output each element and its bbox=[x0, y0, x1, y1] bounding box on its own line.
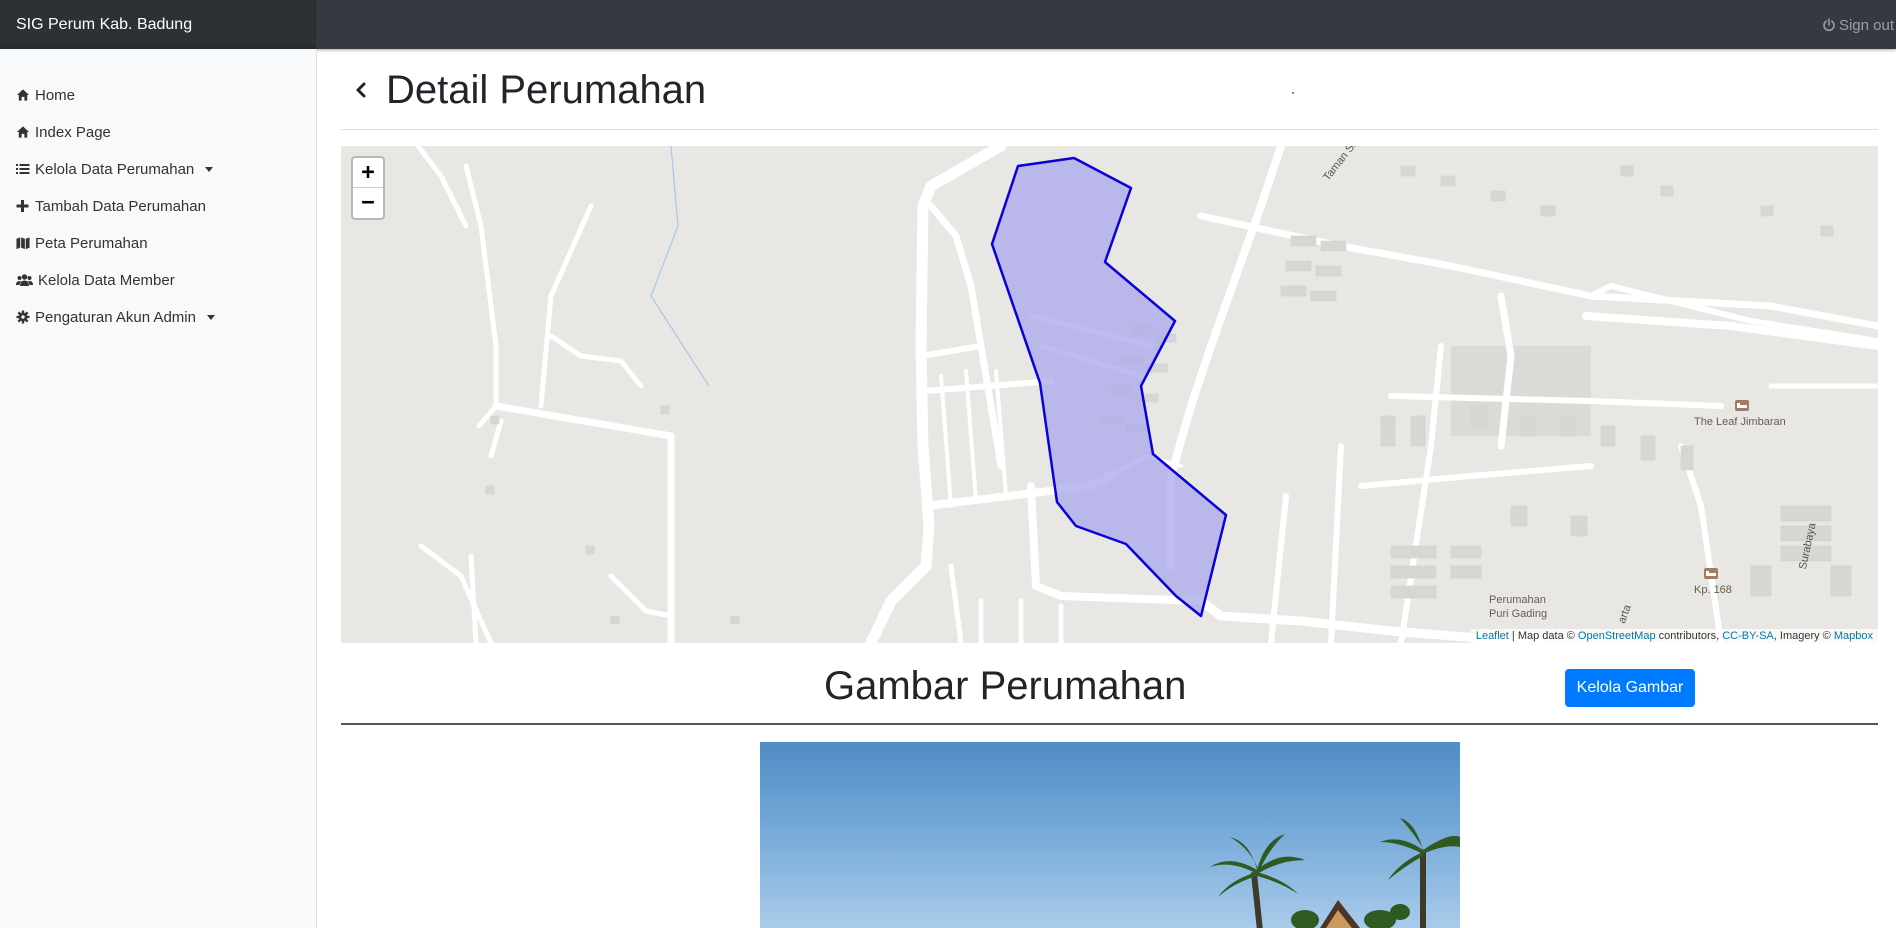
chevron-down-icon bbox=[205, 166, 214, 172]
license-link[interactable]: CC-BY-SA bbox=[1722, 630, 1774, 642]
hotel-icon bbox=[1735, 400, 1749, 411]
sidebar-item-kelola-data-member[interactable]: Kelola Data Member bbox=[16, 268, 175, 292]
photo-scene bbox=[1210, 818, 1460, 928]
sidebar-item-home[interactable]: Home bbox=[16, 83, 75, 107]
attribution-text: , Imagery © bbox=[1773, 630, 1834, 642]
sidebar-item-label: Index Page bbox=[35, 123, 111, 141]
kelola-gambar-button[interactable]: Kelola Gambar bbox=[1565, 669, 1695, 707]
sidebar-item-kelola-data-perumahan[interactable]: Kelola Data Perumahan bbox=[16, 157, 214, 181]
top-navbar: SIG Perum Kab. Badung Sign out bbox=[0, 0, 1896, 49]
sidebar-item-label: Tambah Data Perumahan bbox=[35, 197, 206, 215]
palm-tree bbox=[1210, 834, 1305, 928]
sidebar-item-label: Home bbox=[35, 86, 76, 104]
hotel-icon bbox=[1704, 568, 1718, 579]
sidebar-item-pengaturan-akun-admin[interactable]: Pengaturan Akun Admin bbox=[16, 305, 215, 329]
page-header: Detail Perumahan bbox=[341, 62, 1878, 130]
gallery-title: Gambar Perumahan bbox=[824, 664, 1187, 708]
housing-polygon[interactable] bbox=[990, 156, 1228, 618]
home-icon bbox=[16, 88, 30, 102]
housing-polygon-layer[interactable] bbox=[341, 146, 1878, 643]
mapbox-link[interactable]: Mapbox bbox=[1834, 630, 1873, 642]
sidebar: Home Index Page Kelola Data Perumahan Ta… bbox=[0, 49, 317, 928]
page-title: Detail Perumahan bbox=[386, 68, 707, 112]
map-poi-label: The Leaf Jimbaran bbox=[1694, 416, 1786, 428]
zoom-in-button[interactable]: + bbox=[353, 158, 383, 188]
users-icon bbox=[16, 273, 33, 287]
sign-out-link[interactable]: Sign out bbox=[1822, 0, 1896, 49]
power-icon bbox=[1823, 18, 1835, 32]
housing-photo bbox=[760, 742, 1460, 928]
gear-icon bbox=[16, 310, 30, 324]
attribution-text: | Map data © bbox=[1508, 630, 1578, 642]
chevron-down-icon bbox=[206, 314, 215, 320]
map-poi-label: Perumahan bbox=[1489, 594, 1546, 606]
sidebar-item-label: Kelola Data Member bbox=[38, 271, 175, 289]
map-poi-label: Puri Gading bbox=[1489, 608, 1548, 620]
list-icon bbox=[16, 162, 30, 176]
map-icon bbox=[16, 236, 30, 250]
home-icon bbox=[16, 125, 30, 139]
map-container[interactable]: Taman Sakura The Leaf Jimbaran Surabaya … bbox=[341, 146, 1878, 643]
app-brand[interactable]: SIG Perum Kab. Badung bbox=[0, 0, 316, 49]
sidebar-item-tambah-data-perumahan[interactable]: Tambah Data Perumahan bbox=[16, 194, 206, 218]
sign-out-label: Sign out bbox=[1838, 17, 1894, 34]
loading-dot bbox=[1292, 92, 1294, 94]
sidebar-item-index-page[interactable]: Index Page bbox=[16, 120, 111, 144]
sidebar-item-peta-perumahan[interactable]: Peta Perumahan bbox=[16, 231, 148, 255]
plus-icon bbox=[16, 199, 30, 213]
attribution-text: contributors, bbox=[1655, 630, 1723, 642]
zoom-out-button[interactable]: − bbox=[353, 188, 383, 218]
map-poi-label: Kp. 168 bbox=[1694, 584, 1732, 596]
leaflet-link[interactable]: Leaflet bbox=[1476, 630, 1509, 642]
osm-link[interactable]: OpenStreetMap bbox=[1578, 630, 1656, 642]
sidebar-item-label: Pengaturan Akun Admin bbox=[35, 308, 196, 326]
sidebar-item-label: Kelola Data Perumahan bbox=[35, 160, 195, 178]
gallery-header: Gambar Perumahan Kelola Gambar bbox=[341, 656, 1878, 725]
back-chevron-icon[interactable] bbox=[355, 82, 367, 98]
sidebar-item-label: Peta Perumahan bbox=[35, 234, 148, 252]
map-attribution: Leaflet | Map data © OpenStreetMap contr… bbox=[1470, 629, 1878, 643]
zoom-control: + − bbox=[351, 156, 385, 220]
